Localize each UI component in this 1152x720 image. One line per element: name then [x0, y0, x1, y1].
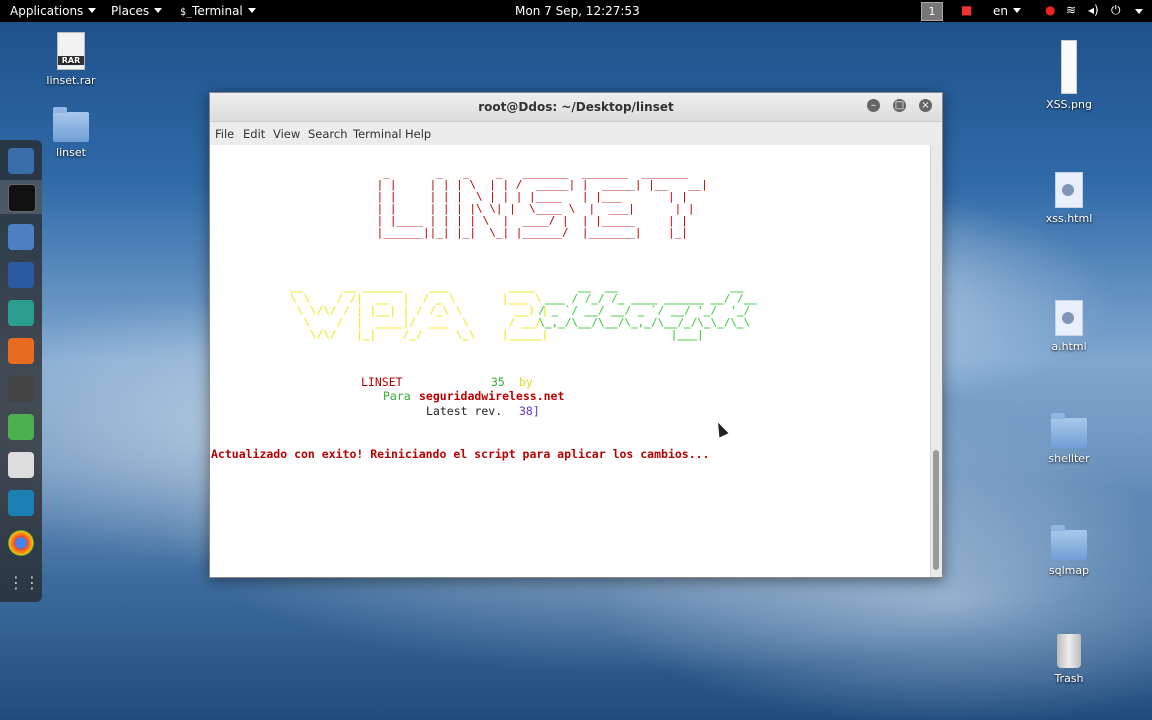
camera-icon[interactable]: ■: [961, 3, 972, 17]
chevron-down-icon[interactable]: [1135, 9, 1143, 14]
metasploit-icon[interactable]: [8, 262, 34, 288]
terminal-icon: $_: [180, 7, 193, 18]
chevron-down-icon: [1013, 8, 1021, 13]
desktop-icon-sqlmap[interactable]: sqlmap: [1029, 525, 1109, 577]
applications-label: Applications: [10, 4, 84, 18]
desktop-icon-label: Trash: [1054, 672, 1084, 685]
site-label: seguridadwireless.net: [419, 389, 565, 403]
terminal-output[interactable]: _ _ _ _ _______ _______ _______ | | | | …: [210, 145, 930, 577]
desktop-icon-linset-rar[interactable]: RAR linset.rar: [31, 32, 111, 87]
menu-terminal[interactable]: Terminal: [353, 127, 402, 141]
dock: ⋮⋮: [0, 140, 42, 602]
rev-number: 38]: [519, 404, 540, 418]
desktop-icon-label: XSS.png: [1046, 98, 1092, 111]
menu-edit[interactable]: Edit: [243, 127, 265, 141]
wpa-ascii-logo: __ __ ______ ___ ____ \ \ / /| __ | / _ …: [290, 280, 549, 341]
folder-icon: [1051, 413, 1087, 448]
menu-view[interactable]: View: [273, 127, 300, 141]
workspace-indicator[interactable]: 1: [921, 2, 943, 21]
desktop-icon-xss-html[interactable]: xss.html: [1029, 172, 1109, 225]
desktop-icon-shellter[interactable]: shellter: [1029, 413, 1109, 465]
terminal-icon[interactable]: [8, 184, 36, 212]
rar-archive-icon: RAR: [57, 32, 85, 70]
terminal-window: root@Ddos: ~/Desktop/linset – □ × File E…: [209, 92, 943, 578]
cherrytree-icon[interactable]: [8, 376, 34, 402]
html-file-icon: [1055, 172, 1083, 208]
chevron-down-icon: [88, 8, 97, 13]
folder-icon: [53, 107, 89, 142]
menu-help[interactable]: Help: [405, 127, 431, 141]
places-menu[interactable]: Places: [111, 4, 163, 18]
desktop-icon-label: a.html: [1051, 340, 1087, 353]
version-number: 35: [491, 375, 505, 389]
desktop-icon-linset[interactable]: linset: [31, 107, 111, 159]
html-file-icon: [1055, 300, 1083, 336]
power-icon[interactable]: ⏻: [1111, 3, 1121, 18]
armitage-icon[interactable]: [8, 300, 34, 326]
desktop-icon-label: linset.rar: [46, 74, 96, 87]
desktop-icon-label: linset: [56, 146, 86, 159]
by-label: by: [519, 375, 533, 389]
window-title: root@Ddos: ~/Desktop/linset: [478, 100, 674, 114]
desktop-icon-label: xss.html: [1045, 212, 1093, 225]
maximize-icon[interactable]: □: [893, 99, 906, 112]
window-menubar: File Edit View Search Terminal Help: [210, 122, 942, 146]
terminal-app-menu[interactable]: $_Terminal: [180, 4, 256, 18]
terminal-label: Terminal: [192, 4, 243, 18]
folder-icon: [1051, 525, 1087, 560]
window-titlebar[interactable]: root@Ddos: ~/Desktop/linset – □ ×: [210, 93, 942, 122]
gui-icon[interactable]: [8, 452, 34, 478]
desktop-icon-trash[interactable]: Trash: [1029, 634, 1109, 685]
places-label: Places: [111, 4, 150, 18]
volume-icon[interactable]: ◂): [1088, 3, 1099, 17]
status-message: Actualizado con exito! Reiniciando el sc…: [211, 447, 710, 461]
para-label: Para: [383, 389, 411, 403]
recordmydesktop-icon[interactable]: [8, 490, 34, 516]
top-panel: Applications Places $_Terminal Mon 7 Sep…: [0, 0, 1152, 22]
scrollbar-thumb[interactable]: [933, 450, 939, 570]
linset-label: LINSET: [361, 375, 403, 389]
menu-search[interactable]: Search: [308, 127, 348, 141]
language-menu[interactable]: en: [993, 4, 1021, 18]
trash-icon: [1057, 634, 1081, 668]
chevron-down-icon: [247, 8, 256, 13]
latest-rev-label: Latest rev.: [426, 404, 503, 418]
language-label: en: [993, 4, 1008, 18]
applications-menu[interactable]: Applications: [10, 4, 97, 18]
desktop-icon-xss-png[interactable]: XSS.png: [1029, 40, 1109, 111]
burpsuite-icon[interactable]: [8, 338, 34, 364]
menu-file[interactable]: File: [215, 127, 234, 141]
linset-ascii-logo: _ _ _ _ _______ _______ _______ | | | | …: [376, 166, 708, 239]
image-file-icon: [1061, 40, 1077, 94]
desktop-icon-label: shellter: [1048, 452, 1090, 465]
terminal-scrollbar[interactable]: [930, 145, 942, 577]
close-icon[interactable]: ×: [919, 99, 932, 112]
chrome-icon[interactable]: [8, 530, 34, 556]
desktop-icon-a-html[interactable]: a.html: [1029, 300, 1109, 353]
wifi-icon[interactable]: ≋: [1066, 3, 1076, 17]
minimize-icon[interactable]: –: [867, 99, 880, 112]
attack-ascii-logo: __ __ __ ___ / /_/ /_ ____ ______ __/ /_…: [538, 280, 757, 341]
files-icon[interactable]: [8, 224, 34, 250]
show-apps-icon[interactable]: ⋮⋮: [8, 570, 40, 596]
record-icon[interactable]: ●: [1045, 3, 1055, 17]
leafpad-icon[interactable]: [8, 414, 34, 440]
chevron-down-icon: [154, 8, 163, 13]
clock[interactable]: Mon 7 Sep, 12:27:53: [515, 4, 640, 18]
desktop-icon-label: sqlmap: [1048, 564, 1090, 577]
